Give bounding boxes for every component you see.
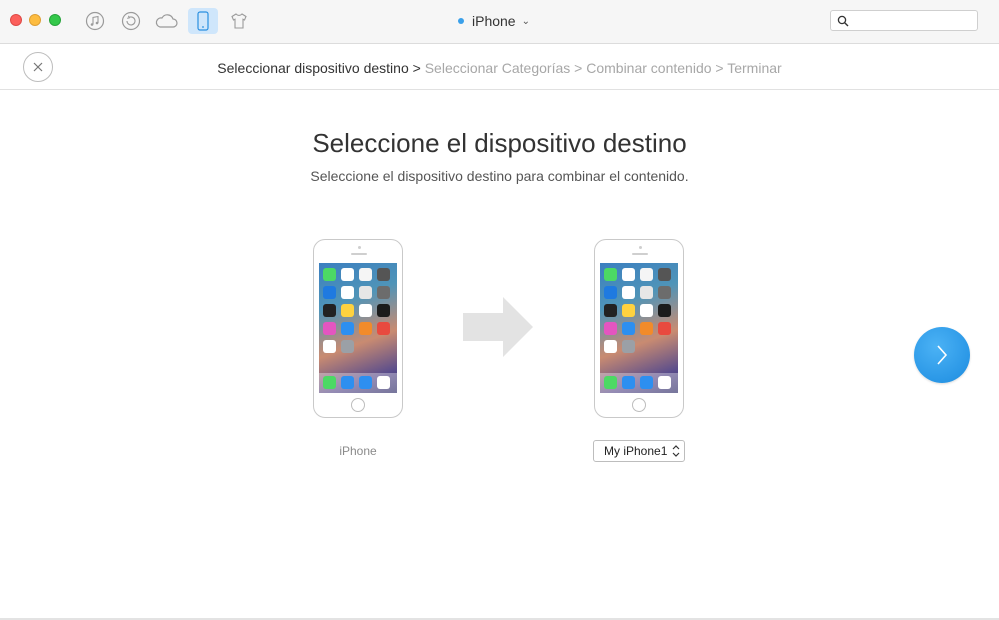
window-close-button[interactable] [10, 14, 22, 26]
chevron-down-icon: ⌄ [521, 15, 530, 27]
chevron-right-icon [937, 345, 948, 365]
breadcrumb: Seleccionar dispositivo destino > Selecc… [0, 60, 999, 76]
window-minimize-button[interactable] [29, 14, 41, 26]
up-down-chevron-icon [672, 445, 680, 457]
breadcrumb-step-finish: Terminar [727, 60, 782, 76]
page-title: Seleccione el dispositivo destino [312, 128, 687, 158]
target-device-select[interactable]: My iPhone1 [593, 440, 685, 462]
target-device-select-value: My iPhone1 [604, 444, 668, 458]
title-bar: iPhone ⌄ [0, 0, 999, 44]
target-device-image [594, 239, 684, 418]
wizard-header: Seleccionar dispositivo destino > Selecc… [0, 44, 999, 90]
breadcrumb-step-select-device: Seleccionar dispositivo destino [217, 60, 409, 76]
breadcrumb-separator: > [715, 60, 728, 76]
window-maximize-button[interactable] [49, 14, 61, 26]
source-device-label: iPhone [339, 444, 377, 458]
breadcrumb-step-select-categories: Seleccionar Categorías [424, 60, 571, 76]
next-button[interactable] [914, 327, 970, 383]
page-subtitle: Seleccione el dispositivo destino para c… [310, 168, 689, 184]
backup-restore-icon[interactable] [118, 8, 144, 34]
search-field[interactable] [830, 10, 978, 31]
arrow-right-icon [463, 297, 533, 357]
breadcrumb-separator: > [412, 60, 425, 76]
icloud-icon[interactable] [153, 8, 179, 34]
source-device-image [313, 239, 403, 418]
search-icon [837, 15, 849, 27]
search-input[interactable] [853, 12, 977, 31]
breadcrumb-separator: > [574, 60, 587, 76]
shirt-icon[interactable] [226, 8, 252, 34]
breadcrumb-step-merge-content: Combinar contenido [586, 60, 712, 76]
device-name-label: iPhone [472, 13, 516, 29]
iphone-device-icon[interactable] [188, 8, 218, 34]
connected-indicator-dot [458, 18, 464, 24]
itunes-library-icon[interactable] [82, 8, 108, 34]
device-selector[interactable]: iPhone ⌄ [458, 12, 530, 30]
